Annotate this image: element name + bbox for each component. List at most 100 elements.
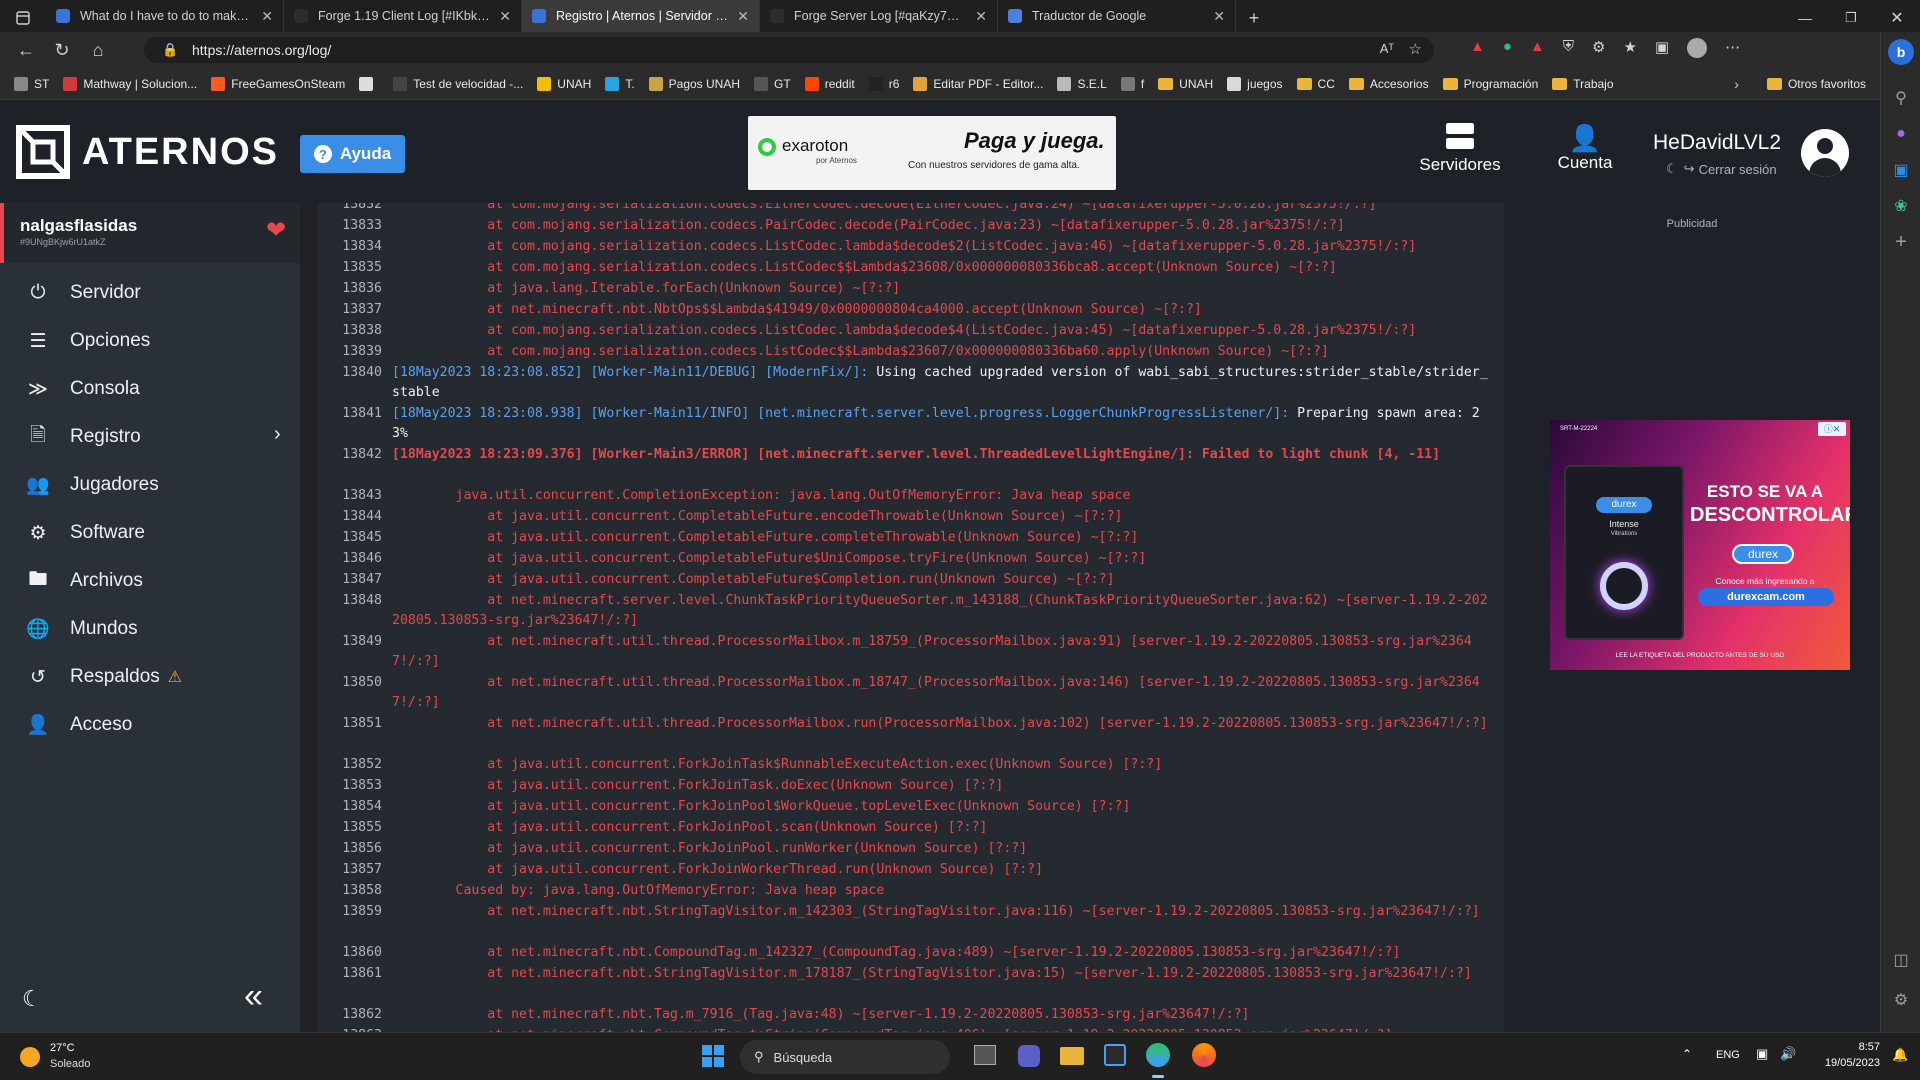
edge-icon[interactable]	[1146, 1043, 1170, 1067]
bookmark-item[interactable]: r6	[868, 76, 899, 91]
bookmark-item[interactable]: GT	[754, 76, 791, 91]
language-indicator[interactable]: ENG	[1716, 1049, 1740, 1061]
bookmark-item[interactable]: CC	[1296, 77, 1335, 91]
sidebar-item-consola[interactable]: ≫ Consola	[24, 375, 140, 403]
clock-time[interactable]: 8:57	[1800, 1041, 1880, 1053]
teams-icon[interactable]	[1018, 1045, 1040, 1067]
clock-date[interactable]: 19/05/2023	[1800, 1057, 1880, 1069]
notification-bell-icon[interactable]: 🔔	[1892, 1047, 1908, 1063]
close-tab-icon[interactable]: ✕	[737, 8, 749, 25]
ad-choices-icon[interactable]: ⓘ✕	[1818, 422, 1846, 436]
other-favorites[interactable]: Otros favoritos	[1766, 77, 1866, 91]
sidebar-item-servidor[interactable]: ⏻ Servidor	[24, 279, 140, 307]
chevron-up-icon[interactable]: ⌃	[1682, 1047, 1692, 1061]
store-icon[interactable]	[1104, 1044, 1126, 1066]
sun-weather-icon[interactable]	[20, 1047, 40, 1067]
bookmark-item[interactable]: Programación	[1442, 77, 1538, 91]
favorite-star-icon[interactable]: ☆	[1409, 40, 1422, 58]
url-bar[interactable]: 🔒 https://aternos.org/log/ Aᵀ ☆	[144, 37, 1434, 63]
dark-mode-moon-icon[interactable]: ☾	[22, 986, 42, 1012]
favorites-icon[interactable]: ★	[1624, 38, 1637, 58]
bookmark-item[interactable]: ST	[14, 76, 49, 91]
profile-avatar[interactable]	[1687, 38, 1708, 58]
bookmark-item[interactable]: Editar PDF - Editor...	[913, 76, 1043, 91]
close-tab-icon[interactable]: ✕	[261, 8, 273, 25]
aternos-logo-icon[interactable]	[16, 125, 70, 179]
task-view-icon[interactable]	[974, 1045, 996, 1065]
shopping-icon[interactable]: ●	[1881, 116, 1920, 152]
extension-icon[interactable]: ▲	[1530, 38, 1545, 58]
close-tab-icon[interactable]: ✕	[499, 8, 511, 25]
weather-temp[interactable]: 27°C	[50, 1042, 75, 1054]
sidebar-item-archivos[interactable]: 🖿 Archivos	[24, 567, 142, 595]
header-ad-banner[interactable]: exaroton por Aternos Paga y juega. Con n…	[748, 116, 1116, 190]
bookmark-item[interactable]: S.E.L	[1057, 76, 1107, 91]
bookmark-item[interactable]: FreeGamesOnSteam	[211, 76, 345, 91]
bookmark-item[interactable]: f	[1120, 76, 1144, 91]
bing-icon[interactable]: b	[1881, 32, 1920, 72]
lock-icon[interactable]: 🔒	[162, 42, 178, 58]
servers-link[interactable]: Servidores	[1408, 123, 1512, 175]
taskbar-search[interactable]: ⚲ Búsqueda	[740, 1040, 950, 1074]
minimize-button[interactable]: —	[1782, 0, 1828, 36]
settings-gear-icon[interactable]: ⚙	[1881, 982, 1920, 1018]
outlook-icon[interactable]: ▣	[1881, 152, 1920, 188]
browser-tab[interactable]: Registro | Aternos | Servidor de M ✕	[522, 0, 760, 32]
refresh-icon[interactable]: ↻	[44, 32, 80, 68]
extension-icon[interactable]: ●	[1503, 38, 1512, 58]
sidebar-item-opciones[interactable]: ☰ Opciones	[24, 327, 150, 355]
bookmark-item[interactable]: UNAH	[1158, 77, 1213, 91]
durex-cta-button[interactable]: durexcam.com	[1698, 588, 1834, 606]
bookmark-item[interactable]: Test de velocidad -...	[393, 76, 523, 91]
restore-button[interactable]: ❐	[1828, 0, 1874, 36]
bookmark-item[interactable]	[359, 76, 379, 91]
chevron-right-icon[interactable]: ›	[1734, 76, 1739, 92]
collections-icon[interactable]: ▣	[1655, 38, 1669, 58]
sidebar-item-registro[interactable]: 🗎 Registro ›	[24, 423, 280, 451]
server-selector[interactable]: nalgasflasidas #9UNgBKjw6rU1atkZ ❤	[0, 203, 300, 263]
browser-tab[interactable]: Forge 1.19 Client Log [#IKbkO09 ✕	[284, 0, 522, 32]
browser-tab[interactable]: What do I have to do to make M ✕	[46, 0, 284, 32]
search-icon[interactable]: ⚲	[1881, 80, 1920, 116]
close-window-button[interactable]: ✕	[1874, 0, 1920, 36]
help-button[interactable]: ? Ayuda	[300, 135, 405, 173]
bookmark-item[interactable]: UNAH	[537, 76, 591, 91]
bookmark-item[interactable]: Accesorios	[1348, 77, 1429, 91]
read-aloud-icon[interactable]: Aᵀ	[1380, 41, 1394, 56]
sidebar-item-software[interactable]: ⚙ Software	[24, 519, 145, 547]
home-icon[interactable]: ⌂	[80, 32, 116, 68]
sidebar-item-jugadores[interactable]: 👥 Jugadores	[24, 471, 159, 499]
firefox-icon[interactable]	[1192, 1043, 1216, 1067]
brand-name[interactable]: ATERNOS	[82, 131, 279, 174]
back-icon[interactable]: ←	[8, 32, 44, 68]
close-tab-icon[interactable]: ✕	[1213, 8, 1225, 25]
bookmark-item[interactable]: T.	[605, 76, 635, 91]
bookmark-item[interactable]: Pagos UNAH	[648, 76, 740, 91]
shield-icon[interactable]: ⛨	[1563, 38, 1574, 58]
bookmark-item[interactable]: reddit	[804, 76, 855, 91]
volume-icon[interactable]: 🔊	[1780, 1046, 1796, 1062]
durex-ad-banner[interactable]: SRT-M-22224 ⓘ✕ durex Intense Vibrations …	[1550, 420, 1850, 670]
sidebar-item-mundos[interactable]: 🌐 Mundos	[24, 615, 137, 643]
bookmark-item[interactable]: Mathway | Solucion...	[63, 76, 197, 91]
sidebar-item-acceso[interactable]: 👤 Acceso	[24, 711, 132, 739]
more-icon[interactable]: ⋯	[1725, 38, 1740, 58]
broken-heart-icon[interactable]: ❤	[266, 219, 286, 243]
browser-tab[interactable]: Forge Server Log [#qaKzy7V] - m ✕	[760, 0, 998, 32]
bookmark-item[interactable]: Trabajo	[1552, 77, 1614, 91]
windows-start-icon[interactable]	[702, 1045, 724, 1067]
network-icon[interactable]: ▣	[1756, 1046, 1768, 1062]
logout-link[interactable]: ☾ ↪ Cerrar sesión	[1666, 161, 1777, 177]
avatar[interactable]	[1801, 129, 1849, 177]
browser-tab[interactable]: Traductor de Google ✕	[998, 0, 1236, 32]
account-link[interactable]: 👤 Cuenta	[1540, 123, 1630, 173]
collapse-sidebar-icon[interactable]: «	[244, 979, 263, 1013]
file-explorer-icon[interactable]	[1060, 1047, 1084, 1065]
puzzle-icon[interactable]: ⚙	[1592, 38, 1605, 58]
add-icon[interactable]: +	[1881, 224, 1920, 260]
extension-icon[interactable]: ▲	[1470, 38, 1485, 58]
close-tab-icon[interactable]: ✕	[975, 8, 987, 25]
sidebar-toggle-icon[interactable]: ◫	[1881, 942, 1920, 978]
sidebar-item-respaldos[interactable]: ↺ Respaldos ⚠	[24, 663, 182, 691]
chatgpt-icon[interactable]: ❀	[1881, 188, 1920, 224]
